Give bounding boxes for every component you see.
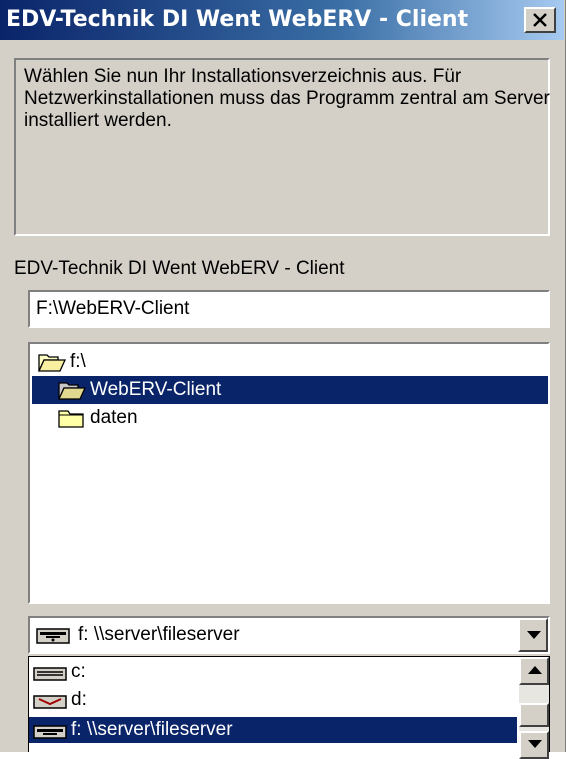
title-bar[interactable]: EDV-Technik DI Went WebERV - Client xyxy=(0,0,564,40)
description-text: Wählen Sie nun Ihr Installationsverzeich… xyxy=(24,66,550,131)
drive-option-label: c: xyxy=(71,661,86,682)
folder-icon xyxy=(58,407,86,435)
tree-item-label: WebERV-Client xyxy=(90,379,222,400)
cd-drive-icon xyxy=(33,693,67,715)
drive-dropdown-list[interactable]: c: d: f: \\server\fileserver xyxy=(28,656,550,759)
scroll-up-button[interactable] xyxy=(519,657,549,685)
drive-option-label: f: \\server\fileserver xyxy=(71,719,233,740)
tree-item-webERV-client[interactable]: WebERV-Client xyxy=(32,376,548,404)
close-icon xyxy=(533,13,547,27)
scroll-thumb[interactable] xyxy=(519,703,549,727)
hard-drive-icon xyxy=(33,665,67,687)
arrow-up-icon xyxy=(528,666,542,674)
tree-item-drive-root[interactable]: f:\ xyxy=(32,348,548,376)
drive-select[interactable]: f: \\server\fileserver xyxy=(28,616,550,654)
tree-item-label: daten xyxy=(90,407,138,428)
installer-window: EDV-Technik DI Went WebERV - Client Wähl… xyxy=(0,0,566,759)
folder-open-icon xyxy=(37,351,67,379)
window-title: EDV-Technik DI Went WebERV - Client xyxy=(6,7,469,32)
tree-item-label: f:\ xyxy=(70,351,86,372)
close-button[interactable] xyxy=(524,7,556,33)
dropdown-scrollbar[interactable] xyxy=(519,657,549,759)
drive-option-c[interactable]: c: xyxy=(29,659,517,685)
folder-open-icon xyxy=(57,379,87,407)
folder-tree[interactable]: f:\ WebERV-Client daten xyxy=(28,342,550,604)
tree-item-daten[interactable]: daten xyxy=(32,404,548,432)
arrow-down-icon xyxy=(528,740,542,748)
install-path-input[interactable] xyxy=(28,290,550,328)
dropdown-button[interactable] xyxy=(518,618,548,652)
network-drive-icon xyxy=(33,723,67,745)
scroll-down-button[interactable] xyxy=(519,731,549,759)
description-panel: Wählen Sie nun Ihr Installationsverzeich… xyxy=(14,58,550,236)
section-label: EDV-Technik DI Went WebERV - Client xyxy=(14,258,345,279)
chevron-down-icon xyxy=(527,631,541,639)
network-drive-icon xyxy=(36,628,70,649)
drive-select-value: f: \\server\fileserver xyxy=(78,624,240,645)
drive-option-f[interactable]: f: \\server\fileserver xyxy=(29,717,517,743)
drive-option-label: d: xyxy=(71,689,87,710)
drive-option-d[interactable]: d: xyxy=(29,687,517,713)
